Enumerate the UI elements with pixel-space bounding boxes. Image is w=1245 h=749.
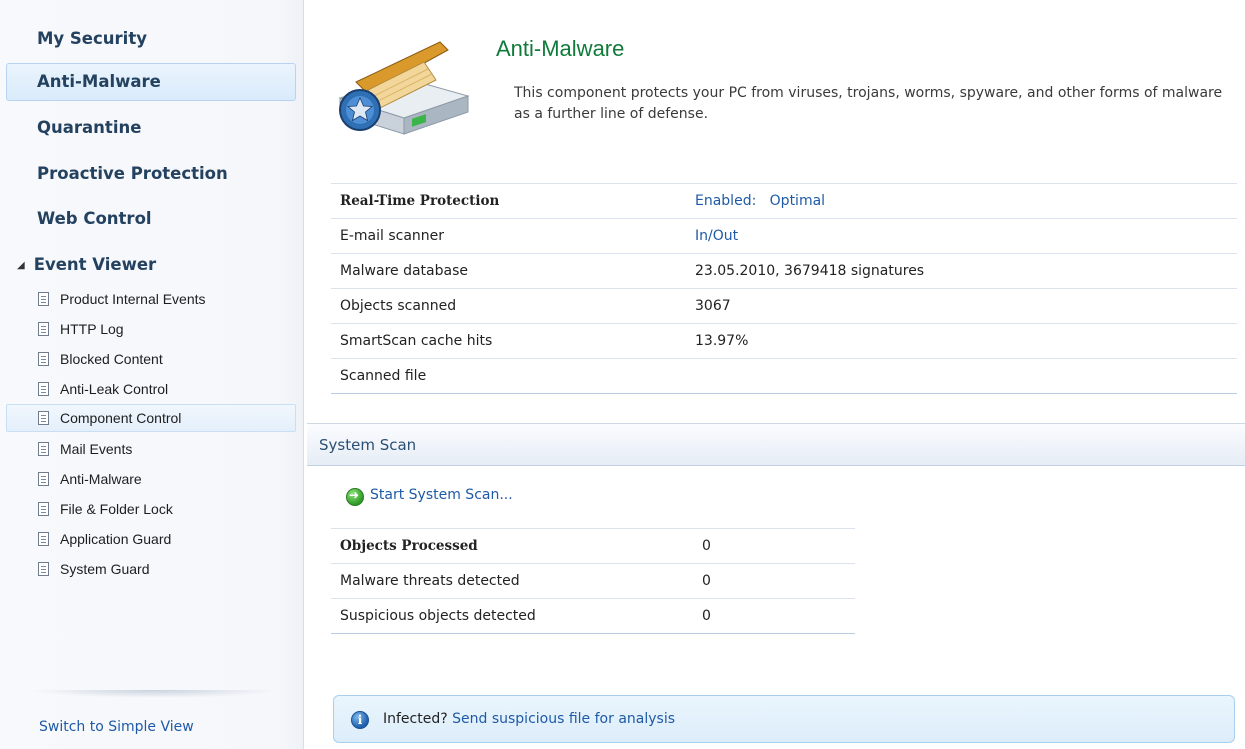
document-icon [38,472,49,486]
event-item-anti-malware[interactable]: Anti-Malware [6,465,296,493]
objects-processed-label: Objects Processed [331,528,693,564]
document-icon [38,532,49,546]
infected-text: Infected? Send suspicious file for analy… [383,711,675,727]
sidebar: My Security Anti-Malware Quarantine Proa… [0,0,304,749]
event-item-application-guard[interactable]: Application Guard [6,525,296,553]
infected-prefix: Infected? [383,711,448,727]
scanned-file-value [686,358,1237,394]
email-scanner-link[interactable]: In/Out [695,228,738,244]
rtp-level-link[interactable]: Optimal [770,193,825,209]
page-description: This component protects your PC from vir… [514,85,1223,122]
event-item-label: System Guard [60,561,150,577]
malware-database-label: Malware database [331,253,686,289]
table-row: Objects Processed 0 [331,528,855,564]
switch-to-simple-view-link[interactable]: Switch to Simple View [39,719,194,735]
document-icon [38,382,49,396]
document-icon [38,411,49,425]
smartscan-cache-value: 13.97% [686,323,1237,359]
table-row: Malware database 23.05.2010, 3679418 sig… [331,253,1237,289]
system-scan-section-header: System Scan [307,423,1245,466]
scanned-file-label: Scanned file [331,358,686,394]
document-icon [38,352,49,366]
table-row: Suspicious objects detected 0 [331,598,855,634]
nav-my-security[interactable]: My Security [6,20,296,58]
event-item-anti-leak-control[interactable]: Anti-Leak Control [6,375,296,403]
table-row: Real-Time Protection Enabled: Optimal [331,183,1237,219]
document-icon [38,292,49,306]
event-item-mail-events[interactable]: Mail Events [6,435,296,463]
rtp-value: Enabled: Optimal [686,183,1237,219]
event-item-label: Mail Events [60,441,133,457]
event-item-label: Product Internal Events [60,291,206,307]
document-icon [38,442,49,456]
send-suspicious-file-link[interactable]: Send suspicious file for analysis [452,711,675,727]
event-item-label: File & Folder Lock [60,501,173,517]
sidebar-separator [30,690,280,698]
nav-proactive-protection[interactable]: Proactive Protection [6,155,296,193]
smartscan-cache-label: SmartScan cache hits [331,323,686,359]
event-item-system-guard[interactable]: System Guard [6,555,296,583]
document-icon [38,502,49,516]
nav-anti-malware[interactable]: Anti-Malware [6,63,296,101]
event-viewer-label: Event Viewer [33,255,157,274]
event-item-product-internal-events[interactable]: Product Internal Events [6,285,296,313]
go-arrow-icon[interactable] [346,488,364,506]
event-viewer-header[interactable]: ◢ Event Viewer [17,250,156,280]
event-item-label: Component Control [60,410,182,426]
table-row: E-mail scanner In/Out [331,218,1237,254]
anti-malware-brush-icon [338,41,470,135]
malware-threats-value: 0 [693,563,855,599]
email-scanner-label: E-mail scanner [331,218,686,254]
event-item-label: Blocked Content [60,351,163,367]
page-title: Anti-Malware [496,36,625,61]
event-item-label: Application Guard [60,531,172,547]
event-item-label: HTTP Log [60,321,124,337]
objects-scanned-label: Objects scanned [331,288,686,324]
email-scanner-value: In/Out [686,218,1237,254]
section-title: System Scan [319,436,417,454]
table-row: Scanned file [331,358,1237,394]
nav-quarantine[interactable]: Quarantine [6,109,296,147]
nav-web-control[interactable]: Web Control [6,200,296,238]
document-icon [38,322,49,336]
table-row: Objects scanned 3067 [331,288,1237,324]
table-row: Malware threats detected 0 [331,563,855,599]
collapse-triangle-icon[interactable]: ◢ [17,260,25,271]
event-item-http-log[interactable]: HTTP Log [6,315,296,343]
malware-threats-label: Malware threats detected [331,563,693,599]
rtp-enabled-link[interactable]: Enabled: [695,193,756,209]
infected-info-bar: i Infected? Send suspicious file for ana… [333,695,1235,743]
event-item-label: Anti-Malware [60,471,142,487]
info-icon: i [351,711,369,729]
event-item-label: Anti-Leak Control [60,381,169,397]
event-item-file-folder-lock[interactable]: File & Folder Lock [6,495,296,523]
start-system-scan-label[interactable]: Start System Scan... [370,487,513,503]
protection-status-table: Real-Time Protection Enabled: Optimal E-… [331,183,1237,394]
objects-scanned-value: 3067 [686,288,1237,324]
scan-results-table: Objects Processed 0 Malware threats dete… [331,528,855,634]
suspicious-objects-label: Suspicious objects detected [331,598,693,634]
event-item-component-control[interactable]: Component Control [6,404,296,432]
malware-database-value: 23.05.2010, 3679418 signatures [686,253,1237,289]
suspicious-objects-value: 0 [693,598,855,634]
objects-processed-value: 0 [693,528,855,564]
rtp-label: Real-Time Protection [331,183,686,219]
document-icon [38,562,49,576]
table-row: SmartScan cache hits 13.97% [331,323,1237,359]
event-item-blocked-content[interactable]: Blocked Content [6,345,296,373]
